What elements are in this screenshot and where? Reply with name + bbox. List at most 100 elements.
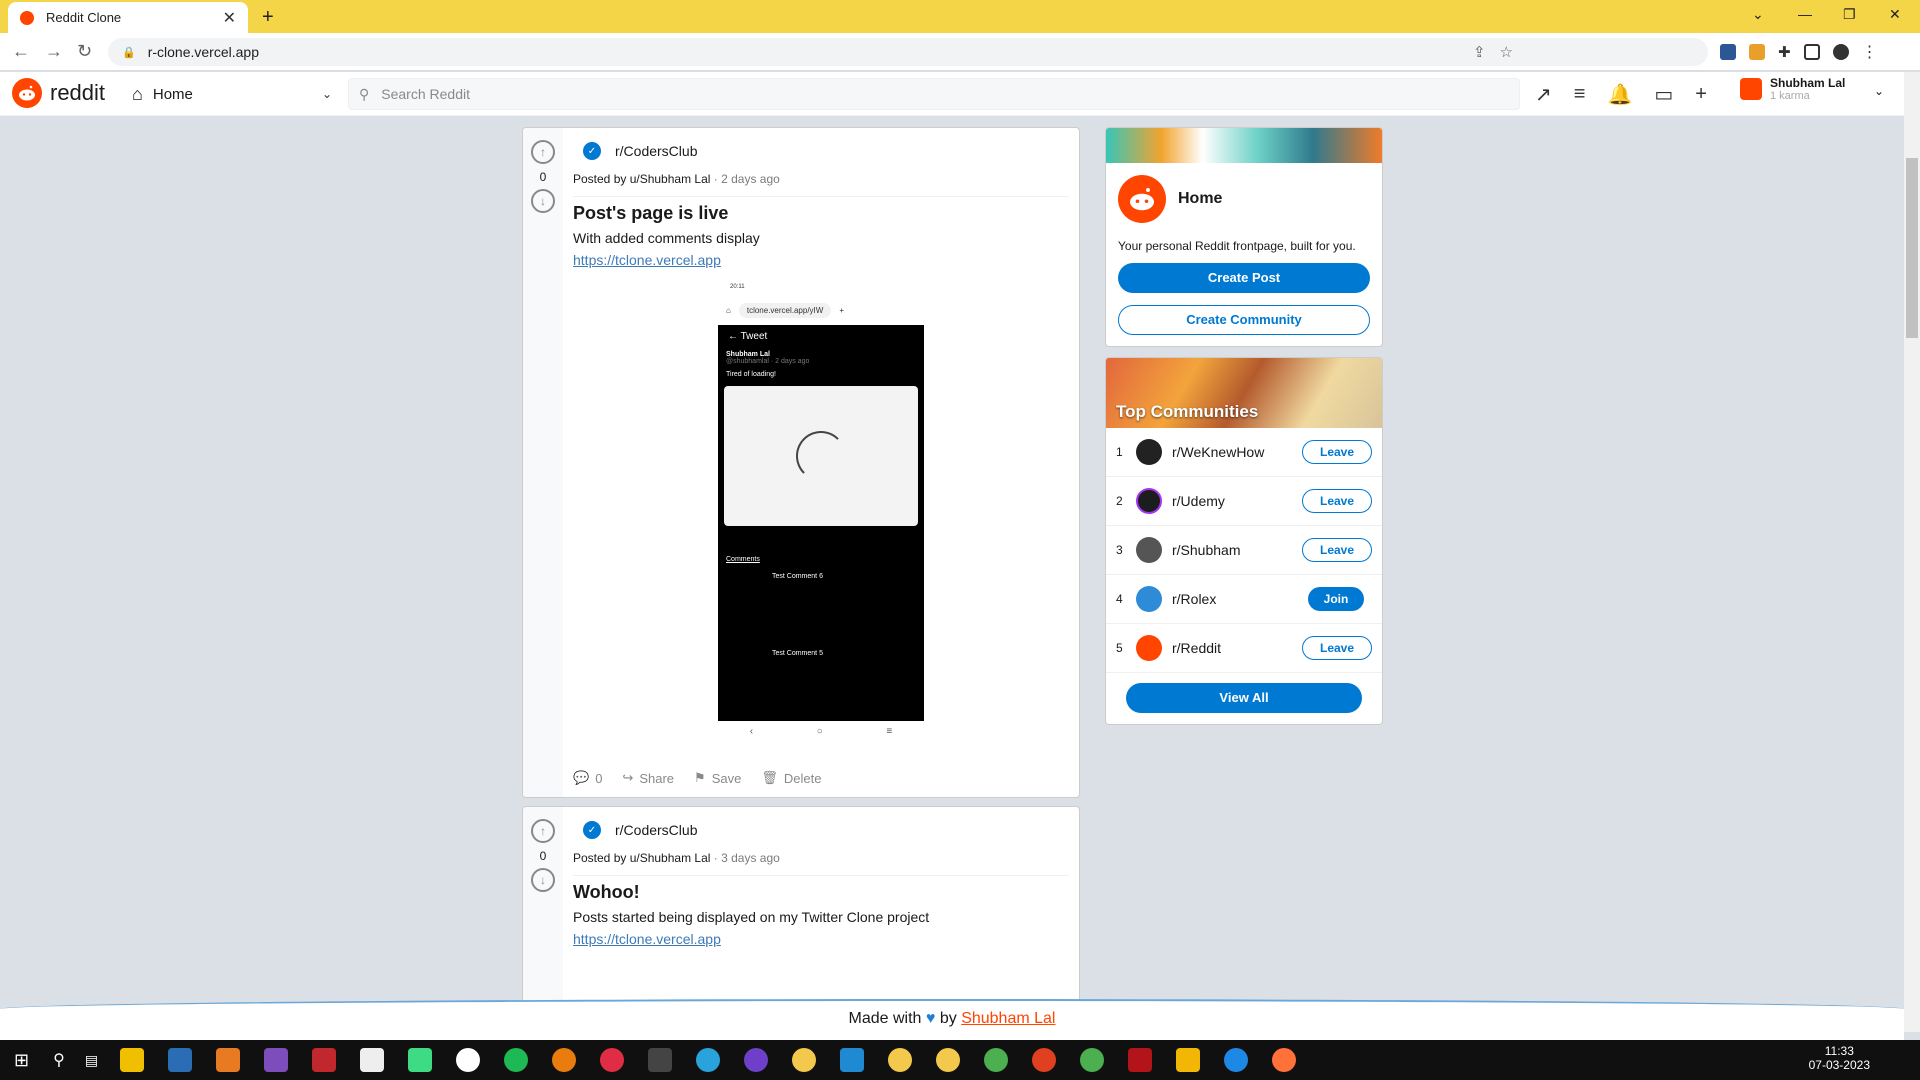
create-community-button[interactable]: Create Community	[1118, 305, 1370, 335]
spotify-icon[interactable]	[504, 1048, 529, 1072]
home-dropdown[interactable]: ⌂ Home ⌄	[132, 80, 332, 108]
reddit-logo[interactable]: reddit	[12, 78, 105, 108]
forward-icon[interactable]: →	[45, 41, 63, 62]
sidepanel-icon[interactable]	[1803, 44, 1820, 60]
profile-avatar[interactable]	[1832, 44, 1849, 60]
downvote-icon[interactable]: ↓	[531, 189, 555, 213]
post-image[interactable]: 20:11 ⌂ tclone.vercel.app/yIW + ← Tweet …	[718, 281, 924, 741]
community-row[interactable]: 3 r/Shubham Leave	[1106, 526, 1382, 575]
github-icon[interactable]	[744, 1048, 769, 1072]
app-icon[interactable]	[600, 1048, 625, 1072]
create-post-button[interactable]: Create Post	[1118, 263, 1370, 293]
new-tab-button[interactable]: +	[262, 6, 274, 29]
scrollbar-thumb[interactable]	[1906, 158, 1918, 338]
chrome-icon[interactable]	[936, 1048, 961, 1072]
community-name[interactable]: r/Rolex	[1172, 591, 1308, 607]
community-name[interactable]: r/Udemy	[1172, 493, 1302, 509]
community-name[interactable]: r/Reddit	[1172, 640, 1302, 656]
leave-button[interactable]: Leave	[1302, 538, 1372, 562]
community-row[interactable]: 5 r/Reddit Leave	[1106, 624, 1382, 673]
bookmark-star-icon[interactable]: ☆	[1500, 43, 1513, 61]
filter-icon[interactable]: ≡	[1574, 83, 1586, 106]
restore-icon[interactable]: ❐	[1843, 6, 1856, 23]
share-icon[interactable]: ⇪	[1473, 43, 1486, 61]
post-link[interactable]: https://tclone.vercel.app	[573, 931, 1069, 947]
post-title[interactable]: Wohoo!	[573, 882, 1069, 903]
back-icon[interactable]: ←	[12, 41, 30, 62]
phone-tweet-header: ← Tweet	[728, 331, 768, 342]
search-input[interactable]: ⚲ Search Reddit	[348, 78, 1520, 110]
community-rank: 2	[1116, 494, 1123, 508]
community-name[interactable]: r/Shubham	[1172, 542, 1302, 558]
upvote-icon[interactable]: ↑	[531, 140, 555, 164]
blender-icon[interactable]	[552, 1048, 577, 1072]
join-button[interactable]: Join	[1308, 587, 1364, 611]
delete-button[interactable]: 🗑 Delete	[761, 770, 821, 786]
tab-search-icon[interactable]: ⌄	[1752, 6, 1764, 23]
filezilla-icon[interactable]	[1128, 1048, 1153, 1072]
popular-icon[interactable]: ↗	[1535, 82, 1552, 107]
react-devtools-icon[interactable]	[1720, 44, 1736, 60]
browser-tab[interactable]: Reddit Clone ✕	[8, 2, 248, 33]
chrome-icon[interactable]	[1080, 1048, 1105, 1072]
devcpp-icon[interactable]	[312, 1048, 337, 1072]
menu-icon[interactable]: ⋮	[1862, 42, 1878, 62]
post-link[interactable]: https://tclone.vercel.app	[573, 252, 1069, 268]
extension-icon[interactable]	[1749, 44, 1765, 60]
footer-author-link[interactable]: Shubham Lal	[961, 1010, 1055, 1027]
close-window-icon[interactable]: ✕	[1889, 6, 1901, 23]
posted-by[interactable]: Posted by u/Shubham Lal	[573, 172, 710, 186]
plus-icon[interactable]: +	[1695, 83, 1707, 106]
community-row[interactable]: 1 r/WeKnewHow Leave	[1106, 428, 1382, 477]
post-title[interactable]: Post's page is live	[573, 203, 1069, 224]
chrome-icon[interactable]	[1032, 1048, 1057, 1072]
app-icon[interactable]	[1176, 1048, 1201, 1072]
community-row[interactable]: 2 r/Udemy Leave	[1106, 477, 1382, 526]
app-icon[interactable]	[168, 1048, 193, 1072]
reload-icon[interactable]: ↻	[77, 41, 92, 62]
leave-button[interactable]: Leave	[1302, 489, 1372, 513]
bell-icon[interactable]: 🔔	[1607, 82, 1632, 107]
share-button[interactable]: ↪ Share	[622, 770, 674, 786]
leave-button[interactable]: Leave	[1302, 636, 1372, 660]
sublime-icon[interactable]	[216, 1048, 241, 1072]
notepad-icon[interactable]	[360, 1048, 385, 1072]
chrome-icon[interactable]	[888, 1048, 913, 1072]
view-all-button[interactable]: View All	[1126, 683, 1362, 713]
visual-studio-icon[interactable]	[264, 1048, 289, 1072]
minimize-icon[interactable]: —	[1798, 6, 1812, 22]
subreddit-link[interactable]: r/CodersClub	[615, 143, 697, 159]
chrome-icon[interactable]	[792, 1048, 817, 1072]
post-card[interactable]: ↑ 0 ↓ ✓ r/CodersClub Posted by u/Shubham…	[522, 806, 1080, 1006]
user-menu[interactable]: Shubham Lal 1 karma ⌄	[1740, 76, 1884, 102]
scrollbar[interactable]	[1904, 72, 1920, 1032]
windows-start-icon[interactable]: ⊞	[14, 1050, 29, 1071]
task-view-icon[interactable]: ▤	[85, 1052, 98, 1069]
app-icon[interactable]	[648, 1048, 673, 1072]
comments-button[interactable]: 💬 0	[573, 770, 602, 786]
posted-by[interactable]: Posted by u/Shubham Lal	[573, 851, 710, 865]
search-icon[interactable]: ⚲	[53, 1050, 65, 1070]
downvote-icon[interactable]: ↓	[531, 868, 555, 892]
save-button[interactable]: ⚑ Save	[694, 770, 741, 786]
firefox-icon[interactable]	[1272, 1048, 1297, 1072]
unreal-icon[interactable]	[456, 1048, 481, 1072]
edge-icon[interactable]	[1224, 1048, 1249, 1072]
file-explorer-icon[interactable]	[120, 1048, 145, 1072]
telegram-icon[interactable]	[696, 1048, 721, 1072]
android-studio-icon[interactable]	[408, 1048, 433, 1072]
puzzle-icon[interactable]: ✚	[1778, 43, 1791, 61]
url-input[interactable]: 🔒 r-clone.vercel.app ⇪ ☆	[108, 38, 1708, 66]
leave-button[interactable]: Leave	[1302, 440, 1372, 464]
vscode-icon[interactable]	[840, 1048, 865, 1072]
close-tab-icon[interactable]: ✕	[223, 8, 236, 28]
video-icon[interactable]: ▭	[1654, 82, 1673, 107]
community-avatar	[1136, 635, 1162, 661]
subreddit-link[interactable]: r/CodersClub	[615, 822, 697, 838]
taskbar-clock[interactable]: 11:33 07-03-2023	[1809, 1044, 1870, 1072]
chrome-icon[interactable]	[984, 1048, 1009, 1072]
upvote-icon[interactable]: ↑	[531, 819, 555, 843]
community-row[interactable]: 4 r/Rolex Join	[1106, 575, 1382, 624]
community-name[interactable]: r/WeKnewHow	[1172, 444, 1302, 460]
bookmark-icon: ⚑	[694, 770, 706, 785]
